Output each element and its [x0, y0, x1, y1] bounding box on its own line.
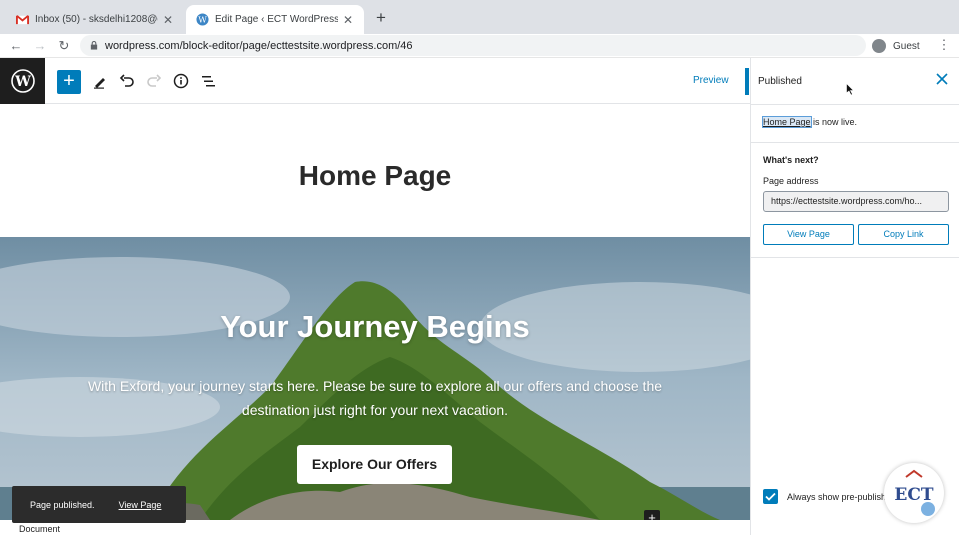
close-icon[interactable] [934, 71, 950, 87]
avatar-icon [872, 39, 886, 53]
divider [751, 257, 959, 258]
svg-text:W: W [14, 74, 31, 90]
edit-pencil-icon[interactable] [91, 72, 109, 90]
page-title[interactable]: Home Page [0, 160, 750, 192]
mouse-cursor-icon [846, 83, 854, 96]
divider [751, 104, 959, 105]
editor-header: W + Preview [0, 58, 750, 104]
divider [751, 142, 959, 143]
svg-text:W: W [198, 14, 207, 24]
snackbar-view-page-link[interactable]: View Page [119, 500, 162, 510]
published-message: Home Page is now live. [762, 116, 858, 128]
home-page-link[interactable]: Home Page [762, 116, 812, 128]
close-tab-icon[interactable]: ✕ [342, 13, 354, 27]
reload-icon[interactable]: ↻ [55, 37, 73, 55]
copy-link-button[interactable]: Copy Link [858, 224, 949, 245]
add-block-button[interactable]: + [57, 70, 81, 94]
new-tab-icon[interactable]: + [372, 9, 390, 27]
url-input[interactable]: wordpress.com/block-editor/page/ecttests… [80, 35, 866, 56]
profile-label: Guest [893, 40, 920, 52]
profile-button[interactable]: Guest [872, 36, 920, 56]
wordpress-logo-icon[interactable]: W [0, 58, 45, 104]
cover-heading[interactable]: Your Journey Begins [0, 309, 750, 345]
preview-button[interactable]: Preview [693, 75, 729, 86]
editor-canvas: Home Page Your Journey Begins With Exfor… [0, 105, 750, 535]
snackbar-notice: Page published. View Page [12, 486, 186, 523]
tab-title: Inbox (50) - sksdelhi1208@gmail.com [35, 14, 158, 25]
block-navigation-icon[interactable] [199, 72, 217, 90]
address-bar: ← → ↻ wordpress.com/block-editor/page/ec… [0, 34, 959, 58]
snackbar-message: Page published. [30, 499, 95, 510]
tab-edit-page[interactable]: W Edit Page ‹ ECT WordPress Demo ✕ [186, 5, 364, 34]
gmail-icon [16, 15, 29, 25]
add-block-inline-icon[interactable]: + [644, 510, 660, 520]
close-tab-icon[interactable]: ✕ [162, 13, 174, 27]
tab-inbox[interactable]: Inbox (50) - sksdelhi1208@gmail.com ✕ [6, 5, 184, 34]
breadcrumb-document[interactable]: Document [19, 524, 60, 534]
cover-block[interactable]: Your Journey Begins With Exford, your jo… [0, 237, 750, 520]
panel-title: Published [758, 76, 802, 87]
browser-tab-bar: Inbox (50) - sksdelhi1208@gmail.com ✕ W … [0, 0, 959, 34]
cover-paragraph[interactable]: With Exford, your journey starts here. P… [75, 374, 675, 422]
tab-title: Edit Page ‹ ECT WordPress Demo [215, 14, 338, 25]
browser-menu-icon[interactable]: ⋮ [937, 37, 951, 53]
live-suffix: is now live. [810, 117, 858, 127]
redo-icon[interactable] [145, 72, 163, 90]
whats-next-heading: What's next? [763, 155, 819, 165]
lock-icon [90, 41, 98, 50]
cover-inner: Your Journey Begins With Exford, your jo… [0, 237, 750, 520]
always-show-checkbox[interactable] [763, 489, 778, 504]
ect-watermark-logo: ECT [884, 463, 944, 523]
undo-icon[interactable] [118, 72, 136, 90]
forward-icon[interactable]: → [31, 37, 49, 55]
checkmark-icon [765, 492, 776, 501]
wordpress-icon: W [196, 13, 209, 26]
post-publish-panel: Published Home Page is now live. What's … [750, 58, 959, 535]
published-indicator [745, 68, 749, 95]
page-address-field[interactable]: https://ecttestsite.wordpress.com/ho... [763, 191, 949, 212]
explore-offers-button[interactable]: Explore Our Offers [297, 445, 452, 484]
view-page-button[interactable]: View Page [763, 224, 854, 245]
url-text: wordpress.com/block-editor/page/ecttests… [105, 39, 413, 52]
page-address-label: Page address [763, 176, 819, 186]
back-icon[interactable]: ← [7, 37, 25, 55]
info-icon[interactable] [172, 72, 190, 90]
